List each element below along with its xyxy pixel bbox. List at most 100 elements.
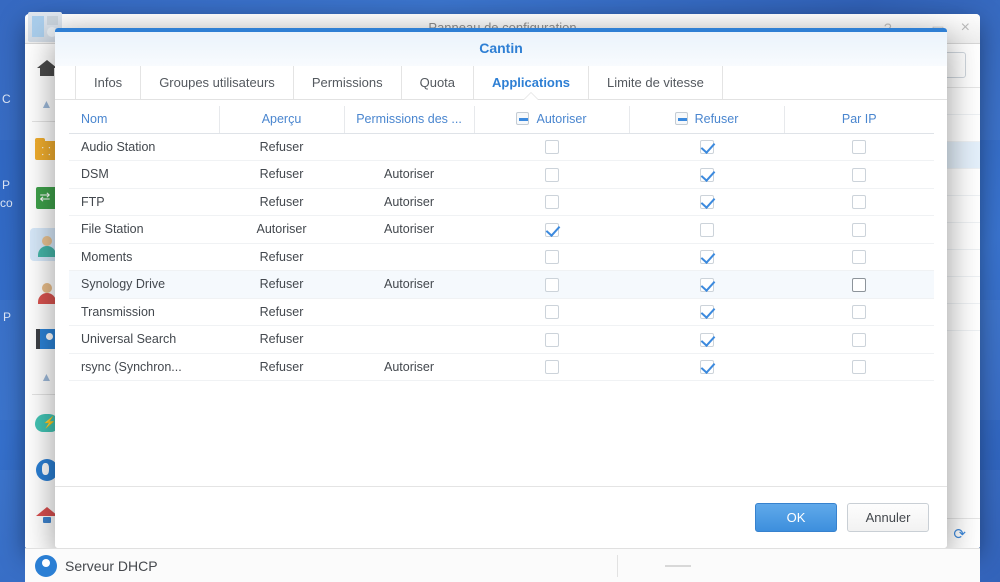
refuser-checkbox[interactable]	[699, 167, 714, 182]
autoriser-checkbox[interactable]	[544, 305, 559, 320]
select-all-refuser-checkbox[interactable]	[674, 112, 688, 126]
par-ip-checkbox[interactable]	[852, 360, 866, 375]
refuser-checkbox[interactable]	[699, 332, 714, 347]
par-ip-checkbox[interactable]	[852, 305, 866, 320]
refuser-cell	[629, 215, 784, 244]
select-all-autoriser-checkbox[interactable]	[516, 112, 530, 126]
home-icon	[36, 58, 57, 76]
tab-label: Limite de vitesse	[607, 75, 704, 90]
refuser-checkbox[interactable]	[699, 195, 714, 210]
autoriser-cell	[474, 270, 629, 299]
table-header-row: Nom Aperçu Permissions des ... Autoriser…	[69, 106, 934, 134]
dialog-header: Cantin	[55, 32, 947, 66]
par-ip-cell	[784, 270, 934, 299]
par-ip-checkbox[interactable]	[852, 140, 866, 155]
autoriser-cell	[474, 215, 629, 244]
autoriser-checkbox[interactable]	[544, 360, 559, 375]
autoriser-checkbox[interactable]	[544, 332, 559, 347]
par-ip-checkbox[interactable]	[852, 332, 866, 347]
par-ip-checkbox[interactable]	[852, 222, 866, 237]
taskbar-dash	[665, 565, 691, 567]
table-row[interactable]: Universal Search Refuser	[69, 325, 934, 354]
column-label: Aperçu	[261, 112, 302, 127]
par-ip-checkbox[interactable]	[852, 167, 866, 182]
autoriser-cell	[474, 353, 629, 381]
tab-quota[interactable]: Quota	[402, 66, 475, 99]
taskbar: Serveur DHCP	[25, 548, 980, 582]
refuser-checkbox[interactable]	[699, 222, 714, 237]
tab-applications[interactable]: Applications	[474, 66, 590, 99]
cancel-button[interactable]: Annuler	[847, 503, 929, 532]
table-row[interactable]: File Station Autoriser Autoriser	[69, 215, 934, 244]
autoriser-checkbox[interactable]	[544, 250, 559, 265]
cell-app-name: File Station	[69, 215, 219, 244]
column-label: Nom	[81, 112, 108, 127]
par-ip-checkbox[interactable]	[852, 195, 866, 210]
desktop-fragment: P	[3, 310, 12, 324]
column-header-autoriser[interactable]: Autoriser	[474, 106, 630, 134]
par-ip-cell	[784, 188, 934, 216]
taskbar-app-label[interactable]: Serveur DHCP	[65, 558, 158, 574]
refresh-icon[interactable]: ⟳	[953, 525, 966, 543]
par-ip-checkbox[interactable]	[852, 250, 866, 265]
sidebar-collapse-2-icon[interactable]: ▲	[41, 370, 53, 384]
cell-app-name: FTP	[69, 188, 219, 216]
refuser-checkbox[interactable]	[699, 250, 714, 265]
autoriser-checkbox[interactable]	[544, 195, 559, 210]
tab-limite-de-vitesse[interactable]: Limite de vitesse	[589, 66, 723, 99]
refuser-cell	[629, 243, 784, 271]
par-ip-cell	[784, 298, 934, 326]
table-row[interactable]: DSM Refuser Autoriser	[69, 160, 934, 189]
cell-app-name: rsync (Synchron...	[69, 353, 219, 381]
refuser-cell	[629, 325, 784, 354]
autoriser-cell	[474, 243, 629, 271]
refuser-cell	[629, 160, 784, 189]
autoriser-checkbox[interactable]	[544, 167, 559, 182]
refuser-checkbox[interactable]	[699, 305, 714, 320]
par-ip-cell	[784, 353, 934, 381]
par-ip-cell	[784, 243, 934, 271]
par-ip-cell	[784, 133, 934, 161]
table-row[interactable]: rsync (Synchron... Refuser Autoriser	[69, 353, 934, 381]
refuser-cell	[629, 133, 784, 161]
close-icon[interactable]: ×	[961, 19, 970, 37]
dialog-footer: OK Annuler	[55, 486, 947, 548]
par-ip-checkbox[interactable]	[852, 277, 866, 292]
refuser-checkbox[interactable]	[699, 277, 714, 292]
column-header-refuser[interactable]: Refuser	[629, 106, 785, 134]
column-header-par-ip[interactable]: Par IP	[784, 106, 934, 134]
cell-app-name: DSM	[69, 160, 219, 189]
column-header-permissions[interactable]: Permissions des ...	[344, 106, 475, 134]
table-row[interactable]: Moments Refuser	[69, 243, 934, 271]
desktop-fragment: P	[2, 178, 11, 192]
refuser-checkbox[interactable]	[699, 360, 714, 375]
autoriser-cell	[474, 133, 629, 161]
refuser-checkbox[interactable]	[699, 140, 714, 155]
column-header-apercu[interactable]: Aperçu	[219, 106, 345, 134]
cell-apercu: Refuser	[219, 298, 344, 326]
autoriser-checkbox[interactable]	[544, 140, 559, 155]
table-row[interactable]: Synology Drive Refuser Autoriser	[69, 270, 934, 299]
autoriser-checkbox[interactable]	[544, 277, 559, 292]
autoriser-checkbox[interactable]	[544, 222, 559, 237]
cell-apercu: Refuser	[219, 133, 344, 161]
sidebar-collapse-1-icon[interactable]: ▲	[41, 97, 53, 111]
tab-label: Groupes utilisateurs	[159, 75, 275, 90]
refuser-cell	[629, 353, 784, 381]
cell-apercu: Refuser	[219, 325, 344, 354]
tab-infos[interactable]: Infos	[75, 66, 142, 99]
ok-button[interactable]: OK	[755, 503, 837, 532]
table-row[interactable]: Transmission Refuser	[69, 298, 934, 326]
tab-permissions[interactable]: Permissions	[294, 66, 402, 99]
cell-app-name: Synology Drive	[69, 270, 219, 299]
cell-app-name: Transmission	[69, 298, 219, 326]
tab-groupes-utilisateurs[interactable]: Groupes utilisateurs	[141, 66, 294, 99]
table-row[interactable]: FTP Refuser Autoriser	[69, 188, 934, 216]
desktop-fragment: C	[2, 92, 11, 106]
cell-apercu: Refuser	[219, 188, 344, 216]
cell-permissions	[344, 298, 474, 326]
cell-permissions: Autoriser	[344, 353, 474, 381]
autoriser-cell	[474, 298, 629, 326]
column-header-nom[interactable]: Nom	[69, 106, 220, 134]
table-row[interactable]: Audio Station Refuser	[69, 133, 934, 161]
